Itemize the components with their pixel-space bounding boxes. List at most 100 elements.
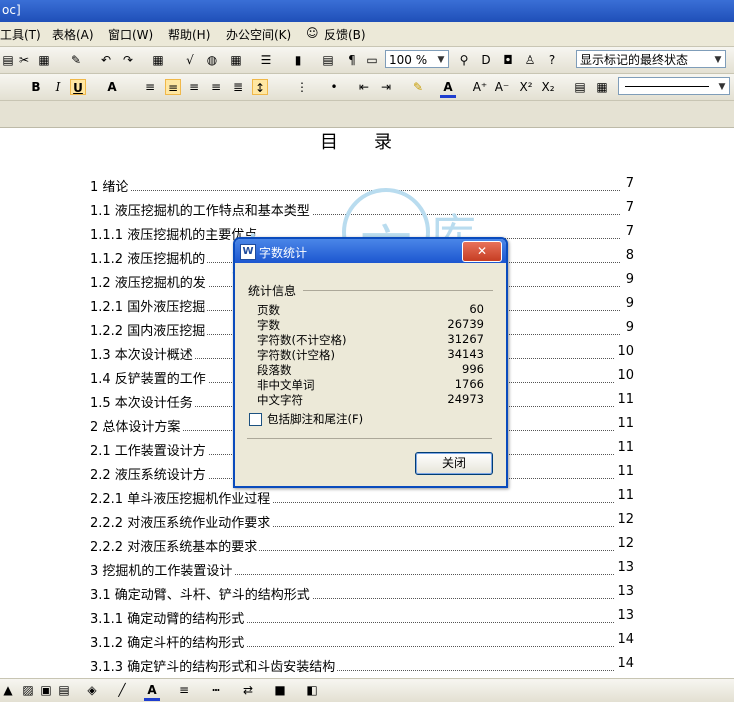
- justify-icon[interactable]: ≡: [208, 79, 224, 95]
- redo-icon[interactable]: ↷: [120, 52, 136, 68]
- close-icon[interactable]: ✕: [462, 241, 502, 262]
- toc-page: 8: [623, 248, 634, 263]
- align-right-icon[interactable]: ≡: [186, 79, 202, 95]
- find-icon[interactable]: ⚲: [456, 52, 472, 68]
- menu-tools[interactable]: 工具(T): [0, 26, 41, 43]
- print-preview-icon[interactable]: ▭: [364, 52, 380, 68]
- underline-button[interactable]: U: [70, 79, 86, 95]
- toc-row[interactable]: 3.1.2 确定斗杆的结构形式 14: [90, 632, 634, 652]
- toc-text: 1.5 本次设计任务: [90, 392, 195, 411]
- toc-page: 14: [615, 656, 634, 671]
- italic-button[interactable]: I: [50, 79, 66, 95]
- chart-icon[interactable]: ▮: [290, 52, 306, 68]
- help-icon[interactable]: ?: [544, 52, 560, 68]
- formula-icon[interactable]: √: [182, 52, 198, 68]
- arrow-style-icon[interactable]: ⇄: [240, 682, 256, 698]
- stat-label: 字数: [257, 318, 280, 332]
- numbering-icon[interactable]: ⋮: [294, 79, 310, 95]
- save-icon[interactable]: ▤: [0, 52, 16, 68]
- bullets-icon[interactable]: •: [326, 79, 342, 95]
- subscript-icon[interactable]: X₂: [540, 79, 556, 95]
- toc-row[interactable]: 3.1 确定动臂、斗杆、铲斗的结构形式 13: [90, 584, 634, 604]
- document-map-icon[interactable]: ▤: [320, 52, 336, 68]
- table-icon[interactable]: ▦: [228, 52, 244, 68]
- shirt-icon[interactable]: ♙: [522, 52, 538, 68]
- toc-row[interactable]: 2.2.2 对液压系统基本的要求 12: [90, 536, 634, 556]
- bold-button[interactable]: B: [28, 79, 44, 95]
- shadow-icon[interactable]: ■: [272, 682, 288, 698]
- text-effect-icon[interactable]: A: [104, 79, 120, 95]
- picture-icon[interactable]: ▨: [20, 682, 36, 698]
- table-style-icon[interactable]: ▤: [572, 79, 588, 95]
- fill-color-icon[interactable]: ◈: [84, 682, 100, 698]
- globe-icon[interactable]: ◍: [204, 52, 220, 68]
- menu-help[interactable]: 帮助(H): [168, 26, 210, 43]
- align-center-icon[interactable]: ≡: [165, 79, 181, 95]
- toc-row[interactable]: 1.1 液压挖掘机的工作特点和基本类型 7: [90, 200, 634, 220]
- cut-icon[interactable]: ✂: [16, 52, 32, 68]
- dialog-titlebar[interactable]: W 字数统计 ✕: [235, 239, 506, 263]
- toc-leader: [90, 190, 620, 191]
- toc-row[interactable]: 3.1.1 确定动臂的结构形式 13: [90, 608, 634, 628]
- superscript-icon[interactable]: X²: [518, 79, 534, 95]
- toc-text: 1.2.2 国内液压挖掘: [90, 320, 208, 339]
- toc-text: 1.2 液压挖掘机的发: [90, 272, 208, 291]
- toc-text: 2.2.2 对液压系统作业动作要求: [90, 512, 273, 531]
- zoom-select[interactable]: 100 % ▼: [385, 50, 449, 68]
- include-footnotes-label[interactable]: 包括脚注和尾注(F): [267, 411, 363, 427]
- close-button[interactable]: 关闭: [415, 452, 493, 475]
- include-footnotes-checkbox[interactable]: [249, 413, 262, 426]
- toc-row[interactable]: 3.1.3 确定铲斗的结构形式和斗齿安装结构 14: [90, 656, 634, 676]
- align-left-icon[interactable]: ≡: [142, 79, 158, 95]
- border-icon[interactable]: ▦: [594, 79, 610, 95]
- toc-page: 7: [623, 200, 634, 215]
- font-color-button[interactable]: A: [440, 79, 456, 98]
- paste-icon[interactable]: ▦: [36, 52, 52, 68]
- stat-label: 中文字符: [257, 393, 303, 407]
- toc-page: 11: [615, 464, 634, 479]
- highlight-icon[interactable]: ✎: [410, 79, 426, 95]
- menu-feedback[interactable]: 反馈(B): [324, 26, 366, 43]
- distributed-icon[interactable]: ≣: [230, 79, 246, 95]
- menu-window[interactable]: 窗口(W): [108, 26, 153, 43]
- toc-text: 3.1.2 确定斗杆的结构形式: [90, 632, 247, 651]
- markup-state-select[interactable]: 显示标记的最终状态 ▼: [576, 50, 726, 68]
- increase-indent-icon[interactable]: ⇥: [378, 79, 394, 95]
- blue-d-icon[interactable]: D: [478, 52, 494, 68]
- toc-text: 3.1.1 确定动臂的结构形式: [90, 608, 247, 627]
- toc-page: 7: [623, 176, 634, 191]
- toc-page: 13: [615, 560, 634, 575]
- image-icon[interactable]: ▣: [38, 682, 54, 698]
- draw-icon[interactable]: ▲: [0, 682, 16, 698]
- line-style-icon[interactable]: ≡: [176, 682, 192, 698]
- toc-text: 3 挖掘机的工作装置设计: [90, 560, 235, 579]
- clipart-icon[interactable]: ▤: [56, 682, 72, 698]
- font-color-icon[interactable]: A: [144, 682, 160, 701]
- undo-icon[interactable]: ↶: [98, 52, 114, 68]
- dash-style-icon[interactable]: ┅: [208, 682, 224, 698]
- line-spacing-icon[interactable]: ↕: [252, 79, 268, 95]
- line-color-icon[interactable]: ╱: [114, 682, 130, 698]
- menu-table[interactable]: 表格(A): [52, 26, 94, 43]
- shrink-font-icon[interactable]: A⁻: [494, 79, 510, 95]
- 3d-icon[interactable]: ◧: [304, 682, 320, 698]
- format-painter-icon[interactable]: ✎: [68, 52, 84, 68]
- toc-row[interactable]: 2.2.2 对液压系统作业动作要求 12: [90, 512, 634, 532]
- menu-office-space[interactable]: 办公空间(K): [226, 26, 291, 43]
- toc-page: 7: [623, 224, 634, 239]
- feedback-icon[interactable]: ☺: [306, 26, 319, 40]
- show-hide-icon[interactable]: ¶: [344, 52, 360, 68]
- columns-icon[interactable]: ☰: [258, 52, 274, 68]
- toc-page: 10: [615, 344, 634, 359]
- group-divider: [303, 290, 493, 291]
- grow-font-icon[interactable]: A⁺: [472, 79, 488, 95]
- line-style-select[interactable]: ▼: [618, 77, 730, 95]
- toc-page: 10: [615, 368, 634, 383]
- toc-row[interactable]: 2.2.1 单斗液压挖掘机作业过程 11: [90, 488, 634, 508]
- toolbox-icon[interactable]: ◘: [500, 52, 516, 68]
- toc-page: 11: [615, 416, 634, 431]
- decrease-indent-icon[interactable]: ⇤: [356, 79, 372, 95]
- toc-row[interactable]: 3 挖掘机的工作装置设计 13: [90, 560, 634, 580]
- toc-row[interactable]: 1 绪论 7: [90, 176, 634, 196]
- insert-table-icon[interactable]: ▦: [150, 52, 166, 68]
